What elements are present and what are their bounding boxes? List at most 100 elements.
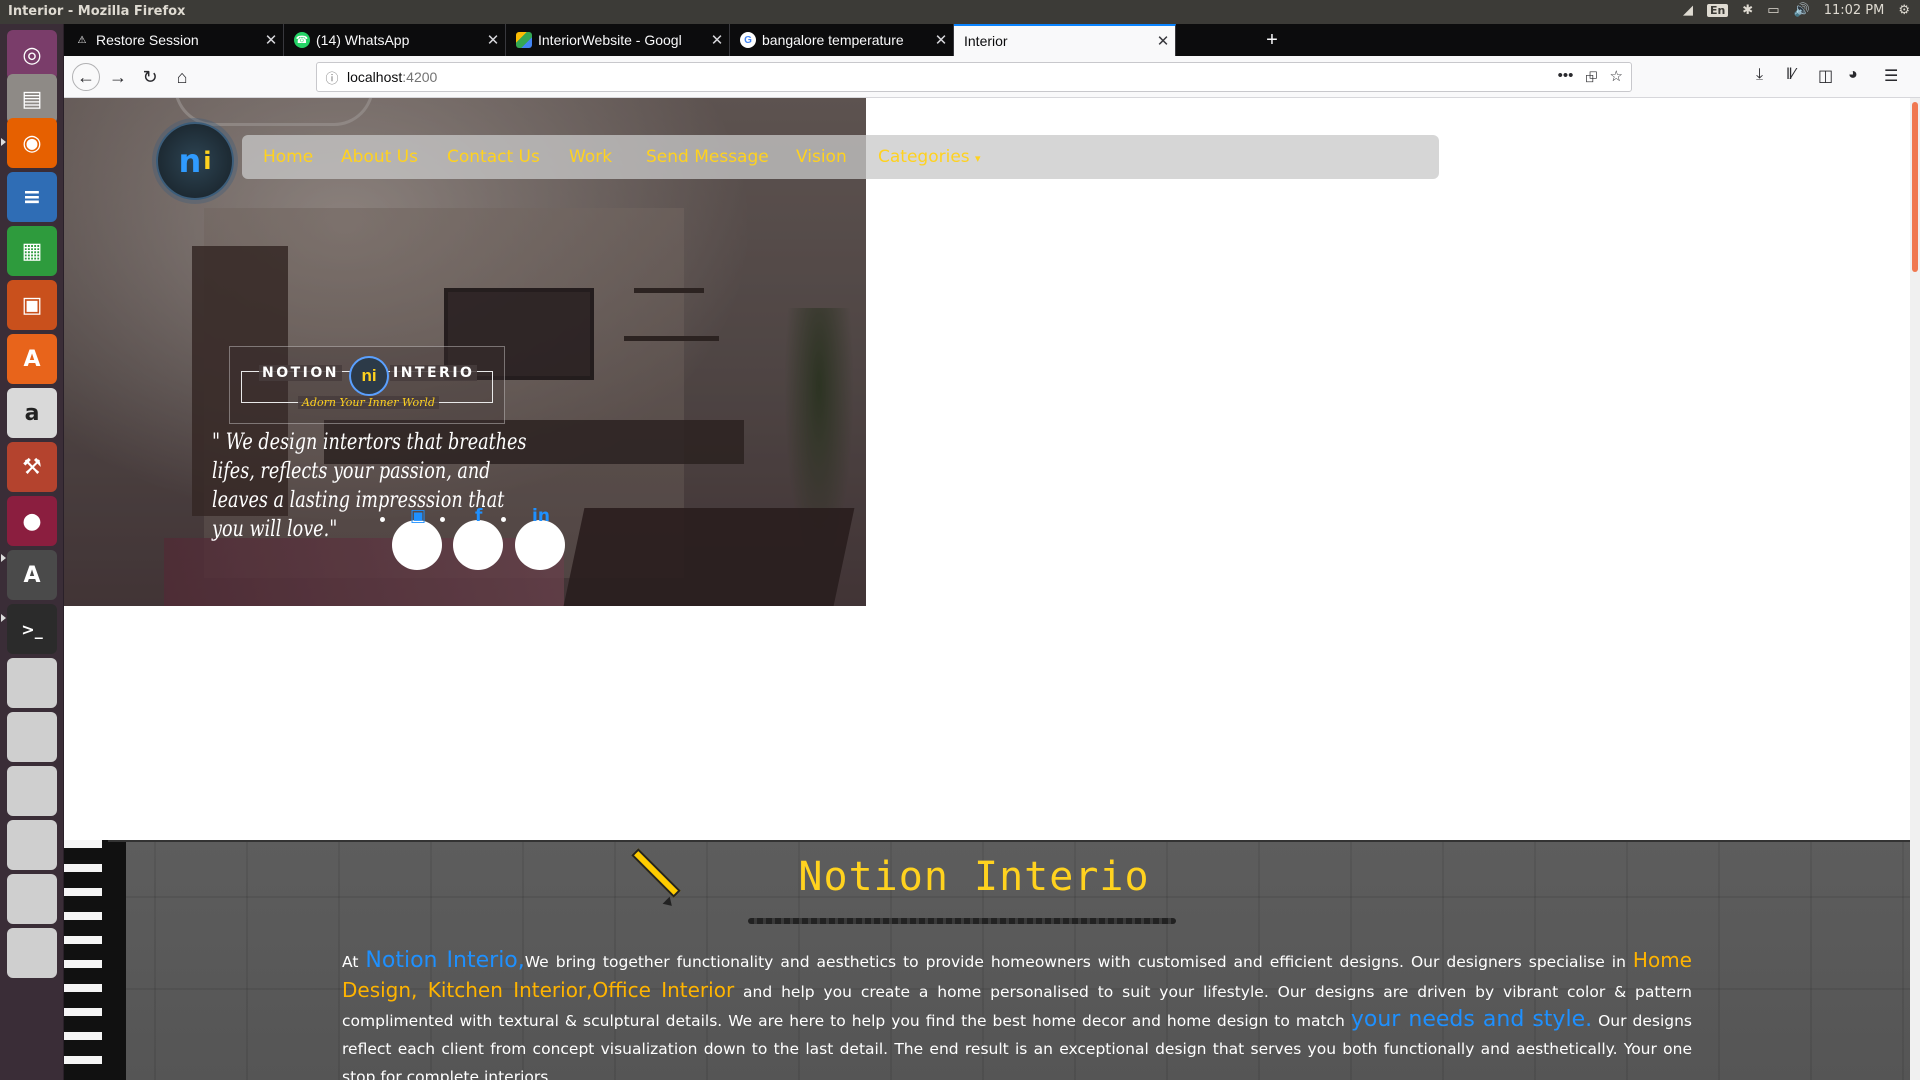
instagram-icon[interactable]: ▣: [410, 506, 426, 526]
nav-contact-us[interactable]: Contact Us: [447, 147, 540, 167]
libreoffice-calc-icon[interactable]: ▦: [7, 226, 57, 276]
clock[interactable]: 11:02 PM: [1824, 3, 1885, 18]
battery-icon[interactable]: ▭: [1767, 3, 1779, 18]
title-underline-decoration: [748, 918, 1176, 924]
tab-restore-session[interactable]: ⚠ Restore Session ✕: [64, 24, 284, 56]
firefox-icon[interactable]: ◉: [7, 118, 57, 168]
sidebar-icon[interactable]: ◫: [1818, 66, 1833, 86]
close-icon[interactable]: ✕: [705, 31, 729, 49]
url-actions: ••• ⮺ ☆: [1558, 67, 1623, 92]
libreoffice-writer-icon[interactable]: ≡: [7, 172, 57, 222]
close-icon[interactable]: ✕: [259, 31, 283, 49]
amazon-icon[interactable]: a: [7, 388, 57, 438]
instagram-button[interactable]: [392, 520, 442, 570]
tab-label: Restore Session: [96, 32, 199, 48]
running-indicator: [1, 138, 6, 146]
about-needs-highlight: your needs and style.: [1350, 1007, 1593, 1032]
keyboard-layout-indicator[interactable]: En: [1706, 4, 1729, 17]
drive-icon[interactable]: [7, 766, 57, 816]
close-icon[interactable]: ✕: [929, 31, 953, 49]
url-host: localhost: [347, 69, 403, 85]
tab-whatsapp[interactable]: ☎ (14) WhatsApp ✕: [284, 24, 506, 56]
drive-icon[interactable]: [7, 658, 57, 708]
about-text-span: At: [342, 953, 366, 971]
software-center-icon[interactable]: A: [7, 334, 57, 384]
linkedin-icon[interactable]: in: [532, 506, 550, 526]
social-dot: [501, 517, 506, 522]
nav-about-us[interactable]: About Us: [341, 147, 418, 167]
page-actions-icon[interactable]: •••: [1558, 67, 1574, 92]
tab-bangalore-temperature[interactable]: G bangalore temperature ✕: [730, 24, 954, 56]
software-updater-icon[interactable]: A: [7, 550, 57, 600]
home-button[interactable]: ⌂: [168, 63, 196, 91]
close-icon[interactable]: ✕: [481, 31, 505, 49]
volume-icon[interactable]: 🔊: [1794, 3, 1810, 18]
tab-interior-website-drive[interactable]: InteriorWebsite - Googl ✕: [506, 24, 730, 56]
url-port: :4200: [402, 69, 438, 85]
google-drive-icon: [516, 32, 532, 48]
nav-vision[interactable]: Vision: [796, 147, 847, 167]
nav-send-message[interactable]: Send Message: [646, 147, 769, 167]
brand-logo: NOTION ni INTERIO Adorn Your Inner World: [229, 346, 505, 424]
new-tab-button[interactable]: +: [1260, 28, 1284, 52]
ubuntu-dash-icon[interactable]: ◎: [7, 30, 57, 80]
site-logo-icon[interactable]: ni: [156, 122, 234, 200]
whatsapp-icon: ☎: [294, 32, 310, 48]
linkedin-button[interactable]: [515, 520, 565, 570]
notebook-edge-decoration: [102, 840, 126, 1080]
settings-gear-icon[interactable]: ⚙: [1898, 3, 1910, 18]
scrollbar-thumb[interactable]: [1912, 102, 1918, 272]
social-dot: [440, 517, 445, 522]
tab-label: (14) WhatsApp: [316, 32, 410, 48]
nav-work[interactable]: Work: [569, 147, 612, 167]
downloads-icon[interactable]: ⤓: [1756, 66, 1763, 84]
reload-button[interactable]: ↻: [136, 63, 164, 91]
about-text-span: We bring together functionality and aest…: [524, 953, 1633, 971]
files-icon[interactable]: ▤: [7, 74, 57, 124]
facebook-icon[interactable]: f: [475, 506, 482, 526]
pocket-icon[interactable]: ⮺: [1585, 67, 1597, 92]
close-icon[interactable]: ✕: [1151, 32, 1175, 50]
drive-icon[interactable]: [7, 928, 57, 978]
google-icon: G: [740, 32, 756, 48]
system-tray: ◢ En ✱ ▭ 🔊 11:02 PM ⚙: [1683, 3, 1910, 18]
library-icon[interactable]: ‖∕: [1786, 66, 1795, 84]
about-paragraph: At Notion Interio,We bring together func…: [342, 946, 1692, 1080]
terminal-icon[interactable]: >_: [7, 604, 57, 654]
running-indicator: [1, 554, 6, 562]
tab-label: Interior: [964, 33, 1008, 49]
wifi-icon[interactable]: ◢: [1683, 3, 1693, 18]
brand-name-right: INTERIO: [390, 365, 478, 381]
menu-icon[interactable]: ☰: [1884, 66, 1898, 86]
app-icon[interactable]: ●: [7, 496, 57, 546]
forward-button[interactable]: →: [104, 63, 132, 91]
libreoffice-impress-icon[interactable]: ▣: [7, 280, 57, 330]
app-launcher: ◎ ▤ ◉ ≡ ▦ ▣ A a ⚒ ● A >_: [0, 24, 64, 1080]
social-dot: [380, 517, 385, 522]
about-section: Notion Interio At Notion Interio,We brin…: [64, 840, 1910, 1080]
back-button[interactable]: ←: [72, 63, 100, 91]
brand-emblem-icon: ni: [349, 356, 389, 396]
nav-categories-dropdown[interactable]: Categories ▾: [878, 147, 981, 167]
running-indicator: [1, 614, 6, 622]
about-brand-highlight: Notion Interio,: [365, 948, 525, 973]
nav-home[interactable]: Home: [263, 147, 313, 167]
system-settings-icon[interactable]: ⚒: [7, 442, 57, 492]
drive-icon[interactable]: [7, 820, 57, 870]
bookmark-star-icon[interactable]: ☆: [1610, 67, 1623, 92]
address-bar[interactable]: ⓘ localhost:4200 ••• ⮺ ☆: [316, 62, 1632, 92]
facebook-button[interactable]: [453, 520, 503, 570]
warning-icon: ⚠: [77, 34, 87, 46]
page-scrollbar[interactable]: [1910, 98, 1920, 1080]
info-icon[interactable]: ⓘ: [317, 68, 347, 87]
account-icon[interactable]: ◕: [1848, 66, 1858, 84]
chevron-down-icon: ▾: [975, 152, 981, 165]
brand-name-left: NOTION: [259, 365, 342, 381]
drive-icon[interactable]: [7, 874, 57, 924]
drive-icon[interactable]: [7, 712, 57, 762]
about-title: Notion Interio: [798, 854, 1150, 900]
pencil-icon: [631, 848, 681, 898]
tab-interior[interactable]: Interior ✕: [954, 24, 1176, 56]
tab-label: bangalore temperature: [762, 32, 904, 48]
bluetooth-icon[interactable]: ✱: [1742, 3, 1753, 18]
